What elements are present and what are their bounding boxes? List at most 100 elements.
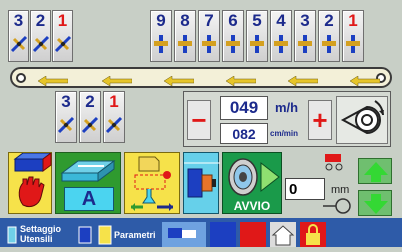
- tool-setup-label-2: Utensili: [20, 234, 53, 244]
- parameters-label: Parametri: [114, 230, 156, 240]
- arrow-up-icon: [364, 162, 388, 182]
- vertical-tool-icon: [200, 33, 218, 60]
- secondary-speed-value: 082: [232, 125, 256, 142]
- mode-label: A: [81, 187, 97, 210]
- arrow-down-icon: [364, 194, 388, 214]
- machine-view-tab[interactable]: [162, 222, 206, 247]
- bottom-station-1[interactable]: 2: [79, 91, 101, 143]
- color-tab-red[interactable]: [240, 222, 266, 247]
- bottom-station-2[interactable]: 1: [103, 91, 125, 143]
- vertical-tool-icon: [176, 33, 194, 60]
- station-number: 6: [228, 11, 238, 30]
- workpiece-icon: [60, 160, 116, 182]
- position-panel: 0 mm: [285, 152, 355, 214]
- lock-icon: [306, 224, 320, 245]
- tool-position-button[interactable]: [124, 152, 180, 214]
- hand-icon: [13, 152, 53, 208]
- lock-button[interactable]: [300, 222, 326, 247]
- spindle-small-icon: [78, 226, 92, 244]
- conveyor-belt: [10, 67, 392, 88]
- speed-display: 049 m/h 082 cm/min: [220, 96, 300, 144]
- offset-motor-icon: [325, 154, 343, 171]
- station-number: 3: [61, 92, 71, 111]
- spindle-button[interactable]: [183, 152, 220, 214]
- plus-icon: +: [312, 105, 328, 135]
- speed-value: 049: [229, 98, 259, 117]
- vertical-tool-icon: [344, 33, 362, 60]
- position-input[interactable]: 0: [285, 178, 325, 200]
- vertical-tool-icon: [320, 33, 338, 60]
- tool-position-icon: [131, 156, 173, 211]
- tool-setup-label-1: Settaggio: [20, 224, 62, 234]
- bottom-station-0[interactable]: 3: [55, 91, 77, 143]
- move-up-button[interactable]: [358, 158, 392, 184]
- station-number: 1: [348, 11, 358, 30]
- top-right-station-2[interactable]: 7: [198, 10, 220, 62]
- speed-value-box: 049: [220, 96, 268, 120]
- top-right-station-8[interactable]: 1: [342, 10, 364, 62]
- position-unit: mm: [331, 184, 350, 196]
- top-left-station-1[interactable]: 2: [30, 10, 51, 62]
- top-right-station-1[interactable]: 8: [174, 10, 196, 62]
- conveyor-arrow-icon: [287, 73, 319, 91]
- start-label: AVVIO: [233, 199, 271, 213]
- tilted-tool-icon: [10, 33, 28, 60]
- station-number: 1: [57, 11, 68, 30]
- parameters-tab[interactable]: Parametri: [96, 222, 158, 247]
- station-number: 2: [35, 11, 46, 30]
- machine-icon: [168, 228, 196, 238]
- vertical-tool-icon: [248, 33, 266, 60]
- spindle-icon: [184, 162, 220, 198]
- manual-stop-button[interactable]: [8, 152, 53, 214]
- parameters-icon: [98, 225, 112, 245]
- speed-unit: m/h: [275, 100, 299, 115]
- move-down-button[interactable]: [358, 190, 392, 216]
- station-number: 5: [252, 11, 262, 30]
- vertical-tool-icon: [152, 33, 170, 60]
- top-right-station-7[interactable]: 2: [318, 10, 340, 62]
- tilted-tool-icon: [105, 114, 123, 141]
- top-right-station-3[interactable]: 6: [222, 10, 244, 62]
- station-number: 7: [204, 11, 214, 30]
- top-left-station-0[interactable]: 3: [8, 10, 29, 62]
- color-tab-blue[interactable]: [210, 222, 236, 247]
- roller-offset-icon: [323, 198, 351, 214]
- motor-start-icon: [228, 158, 280, 196]
- vertical-tool-icon: [224, 33, 242, 60]
- conveyor-arrow-icon: [349, 73, 381, 91]
- bottom-toolbar: Settaggio Utensili Parametri: [0, 218, 402, 247]
- vertical-tool-icon: [296, 33, 314, 60]
- home-icon: [271, 225, 295, 246]
- tilted-tool-icon: [32, 33, 50, 60]
- station-number: 2: [324, 11, 334, 30]
- station-number: 2: [85, 92, 95, 111]
- conveyor-arrow-icon: [101, 73, 133, 91]
- speed-decrease-button[interactable]: −: [187, 100, 211, 140]
- top-right-station-4[interactable]: 5: [246, 10, 268, 62]
- mode-a-button[interactable]: A: [55, 152, 121, 214]
- belt-pulley-icon: [336, 96, 388, 144]
- spindle-tab[interactable]: [76, 222, 94, 247]
- conveyor-arrow-icon: [163, 73, 195, 91]
- top-right-station-5[interactable]: 4: [270, 10, 292, 62]
- tilted-tool-icon: [81, 114, 99, 141]
- tool-setup-tab[interactable]: Settaggio Utensili: [4, 222, 74, 247]
- position-value: 0: [289, 180, 298, 198]
- start-button[interactable]: AVVIO: [222, 152, 282, 214]
- home-button[interactable]: [270, 222, 296, 247]
- station-number: 3: [300, 11, 310, 30]
- tool-setup-icon: [7, 226, 17, 244]
- top-right-station-6[interactable]: 3: [294, 10, 316, 62]
- speed-increase-button[interactable]: +: [308, 100, 332, 140]
- top-right-station-0[interactable]: 9: [150, 10, 172, 62]
- secondary-speed-unit: cm/min: [270, 129, 299, 138]
- station-number: 4: [276, 11, 286, 30]
- minus-icon: −: [191, 105, 207, 135]
- mode-label-box: A: [64, 187, 114, 211]
- secondary-speed-box: 082: [220, 123, 268, 144]
- tilted-tool-icon: [57, 114, 75, 141]
- conveyor-arrow-icon: [37, 73, 69, 91]
- top-left-station-2[interactable]: 1: [52, 10, 73, 62]
- conveyor-arrow-icon: [225, 73, 257, 91]
- vertical-tool-icon: [272, 33, 290, 60]
